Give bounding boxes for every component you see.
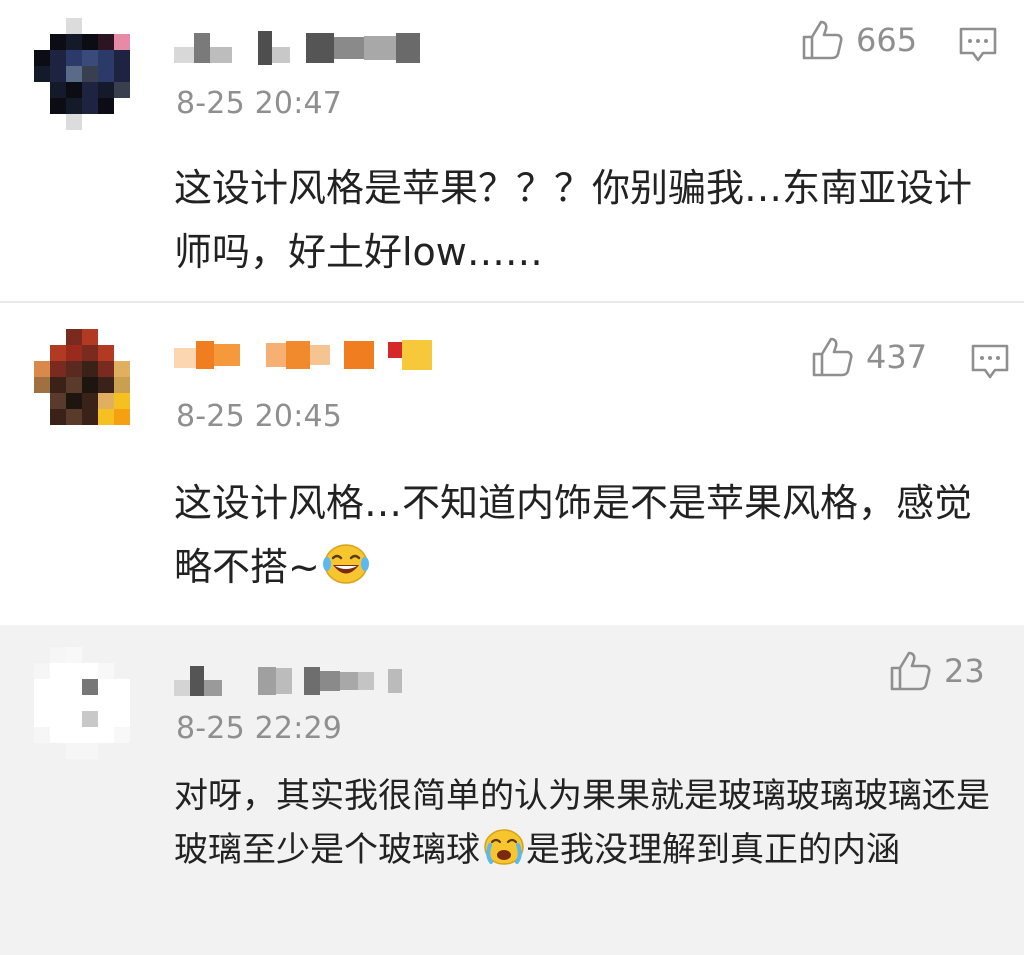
avatar[interactable] [34,329,146,441]
username-redacted[interactable] [174,655,402,707]
comment-reply-icon[interactable] [970,343,1010,381]
comment-timestamp: 8-25 20:47 [176,86,343,121]
thumbs-up-icon [802,20,843,60]
avatar[interactable] [34,18,146,130]
username-redacted[interactable] [174,329,432,381]
like-button[interactable]: 665 [800,18,917,62]
like-button[interactable]: 23 [888,649,985,693]
comment-timestamp: 8-25 22:29 [176,711,343,746]
comment-text: 对呀，其实我很简单的认为果果就是玻璃玻璃玻璃还是玻璃至少是个玻璃球 是我没理解到… [174,769,994,877]
thumbs-up-icon [812,337,853,377]
comment-reply-icon[interactable] [958,26,998,64]
comment-text: 这设计风格…不知道内饰是不是苹果风格，感觉略不搭~ [174,471,994,599]
like-button[interactable]: 437 [810,335,927,379]
thumbs-up-icon [890,651,931,691]
comment-item: 8-25 20:47 665 这设计风格是苹果？？？你别骗我…东南亚设计师吗，好… [0,0,1024,303]
username-redacted[interactable] [174,22,420,74]
comment-timestamp: 8-25 20:45 [176,399,343,434]
comment-item: 8-25 22:29 23 对呀，其实我很简单的认为果果就是玻璃玻璃玻璃还是玻璃… [0,625,1024,955]
like-count: 23 [944,652,985,690]
comment-text: 这设计风格是苹果？？？你别骗我…东南亚设计师吗，好土好low…… [174,166,973,274]
crying-emoji-icon [484,829,524,865]
like-count: 437 [866,338,928,376]
comment-item: 8-25 20:45 437 这设计风格…不知道内饰是不是苹果风格，感觉略不搭~ [0,303,1024,625]
like-count: 665 [856,21,918,59]
laugh-cry-emoji-icon [322,544,369,584]
comment-text-content: 是我没理解到真正的内涵 [526,830,900,870]
comment-text-content: 这设计风格…不知道内饰是不是苹果风格，感觉略不搭~ [174,481,973,589]
avatar[interactable] [34,647,146,759]
